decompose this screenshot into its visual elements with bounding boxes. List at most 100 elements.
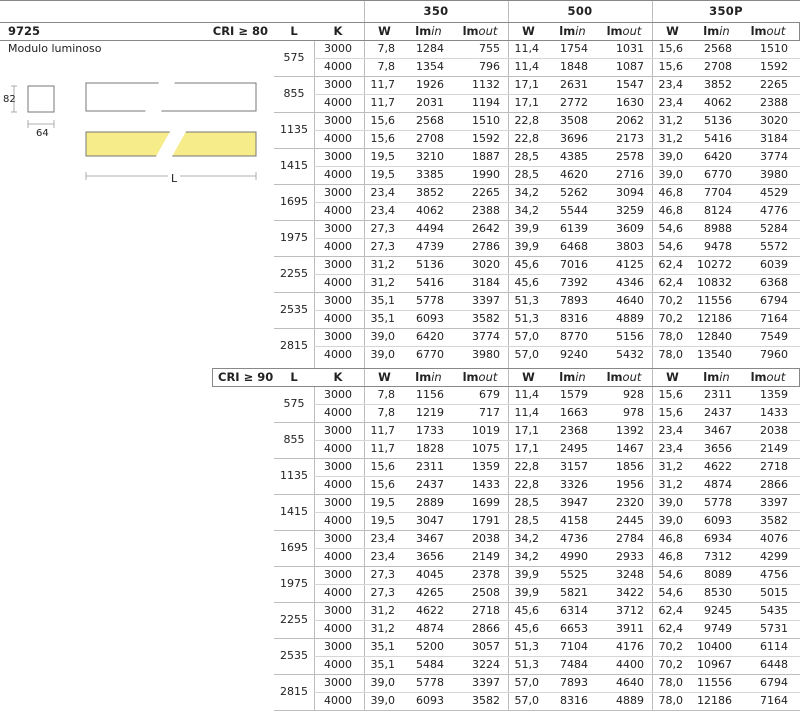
lm-in-suffix: in bbox=[719, 24, 730, 38]
cell-w-500: 57,0 bbox=[514, 330, 540, 343]
cell-lmout-350p: 7549 bbox=[760, 330, 788, 343]
column-header-lm-out: lmout bbox=[596, 22, 652, 40]
cell-lmout-350: 1359 bbox=[472, 460, 500, 473]
cell-w-350: 15,6 bbox=[370, 460, 396, 473]
cell-w-350: 35,1 bbox=[370, 312, 396, 325]
cell-w-350: 19,5 bbox=[370, 496, 396, 509]
column-header-lm-in: lmin bbox=[549, 368, 596, 386]
length-value: 575 bbox=[283, 51, 305, 64]
cell-lmout-500: 2062 bbox=[616, 114, 644, 127]
cell-w-350: 23,4 bbox=[370, 532, 396, 545]
cell-w-350p: 23,4 bbox=[658, 78, 684, 91]
cell-w-350: 19,5 bbox=[370, 514, 396, 527]
cell-w-350: 15,6 bbox=[370, 114, 396, 127]
cell-lmin-350p: 12840 bbox=[697, 330, 732, 343]
cell-lmin-500: 8770 bbox=[560, 330, 588, 343]
cell-lmout-350: 1194 bbox=[472, 96, 500, 109]
cell-w-500: 57,0 bbox=[514, 348, 540, 361]
cell-lmout-500: 4889 bbox=[616, 694, 644, 707]
kelvin-value: 3000 bbox=[324, 294, 352, 307]
cell-lmin-500: 3696 bbox=[560, 132, 588, 145]
cell-lmin-350p: 8124 bbox=[704, 204, 732, 217]
cell-w-350p: 39,0 bbox=[658, 150, 684, 163]
cell-lmout-350: 717 bbox=[479, 406, 500, 419]
cell-w-350p: 31,2 bbox=[658, 114, 684, 127]
lm-prefix: lm bbox=[559, 24, 576, 38]
cell-w-350p: 70,2 bbox=[658, 658, 684, 671]
cell-w-350p: 23,4 bbox=[658, 96, 684, 109]
cell-w-500: 17,1 bbox=[514, 96, 540, 109]
cell-w-350: 31,2 bbox=[370, 622, 396, 635]
cell-lmin-500: 3947 bbox=[560, 496, 588, 509]
cell-lmout-350p: 1592 bbox=[760, 60, 788, 73]
cell-lmin-350: 3047 bbox=[416, 514, 444, 527]
cell-w-350p: 15,6 bbox=[658, 388, 684, 401]
cell-lmout-350: 3397 bbox=[472, 676, 500, 689]
cell-w-350: 31,2 bbox=[370, 604, 396, 617]
cell-lmin-350p: 6420 bbox=[704, 150, 732, 163]
cell-w-500: 17,1 bbox=[514, 424, 540, 437]
cell-lmout-350p: 3184 bbox=[760, 132, 788, 145]
cell-lmout-350: 796 bbox=[479, 60, 500, 73]
cell-lmout-350: 1075 bbox=[472, 442, 500, 455]
cell-lmout-350: 2038 bbox=[472, 532, 500, 545]
cell-w-500: 28,5 bbox=[514, 150, 540, 163]
cell-w-350p: 15,6 bbox=[658, 60, 684, 73]
cell-w-500: 11,4 bbox=[514, 406, 540, 419]
cell-lmin-350p: 3467 bbox=[704, 424, 732, 437]
kelvin-value: 4000 bbox=[324, 276, 352, 289]
cell-lmin-350: 3656 bbox=[416, 550, 444, 563]
length-value: 575 bbox=[283, 397, 305, 410]
cell-w-500: 28,5 bbox=[514, 496, 540, 509]
cell-lmout-350: 3582 bbox=[472, 694, 500, 707]
cell-lmout-350: 3057 bbox=[472, 640, 500, 653]
cell-lmout-350p: 1433 bbox=[760, 406, 788, 419]
cell-lmout-350p: 5015 bbox=[760, 586, 788, 599]
cell-w-350: 11,7 bbox=[370, 78, 396, 91]
cell-lmin-350: 5136 bbox=[416, 258, 444, 271]
cell-lmout-500: 1547 bbox=[616, 78, 644, 91]
cell-lmout-500: 2933 bbox=[616, 550, 644, 563]
column-header-watt: W bbox=[666, 370, 679, 384]
length-value: 2535 bbox=[280, 303, 308, 316]
lm-prefix: lm bbox=[415, 24, 432, 38]
kelvin-value: 3000 bbox=[324, 150, 352, 163]
cell-w-350p: 62,4 bbox=[658, 604, 684, 617]
cell-w-500: 57,0 bbox=[514, 676, 540, 689]
lm-in-suffix: in bbox=[719, 370, 730, 384]
cell-lmin-350p: 6934 bbox=[704, 532, 732, 545]
cell-w-350: 31,2 bbox=[370, 276, 396, 289]
lm-out-suffix: out bbox=[766, 24, 786, 38]
cell-lmout-350p: 2149 bbox=[760, 442, 788, 455]
cell-lmin-350: 3852 bbox=[416, 186, 444, 199]
cell-lmin-500: 8316 bbox=[560, 694, 588, 707]
cell-w-350: 31,2 bbox=[370, 258, 396, 271]
kelvin-value: 3000 bbox=[324, 604, 352, 617]
kelvin-value: 3000 bbox=[324, 78, 352, 91]
cell-w-350p: 39,0 bbox=[658, 168, 684, 181]
cell-lmout-500: 3803 bbox=[616, 240, 644, 253]
cell-lmin-350p: 2437 bbox=[704, 406, 732, 419]
cell-w-350: 7,8 bbox=[377, 60, 396, 73]
cell-lmout-500: 4346 bbox=[616, 276, 644, 289]
cell-lmout-350: 1699 bbox=[472, 496, 500, 509]
cell-lmin-350: 3467 bbox=[416, 532, 444, 545]
cell-lmin-350: 5200 bbox=[416, 640, 444, 653]
cell-lmout-350: 1791 bbox=[472, 514, 500, 527]
cell-lmin-350p: 4622 bbox=[704, 460, 732, 473]
kelvin-value: 4000 bbox=[324, 442, 352, 455]
cell-lmout-350p: 6794 bbox=[760, 294, 788, 307]
cell-w-350p: 46,8 bbox=[658, 532, 684, 545]
cell-lmin-350: 4739 bbox=[416, 240, 444, 253]
cell-lmout-350: 1887 bbox=[472, 150, 500, 163]
group-label-350: 350 bbox=[423, 4, 449, 18]
cell-lmin-350: 5778 bbox=[416, 676, 444, 689]
cell-lmin-350p: 10832 bbox=[697, 276, 732, 289]
cell-lmin-350p: 8089 bbox=[704, 568, 732, 581]
cell-w-350p: 54,6 bbox=[658, 222, 684, 235]
cell-lmin-350: 1156 bbox=[416, 388, 444, 401]
kelvin-value: 4000 bbox=[324, 312, 352, 325]
cell-w-350: 39,0 bbox=[370, 348, 396, 361]
cell-lmout-500: 1031 bbox=[616, 42, 644, 55]
cell-lmout-350p: 2038 bbox=[760, 424, 788, 437]
